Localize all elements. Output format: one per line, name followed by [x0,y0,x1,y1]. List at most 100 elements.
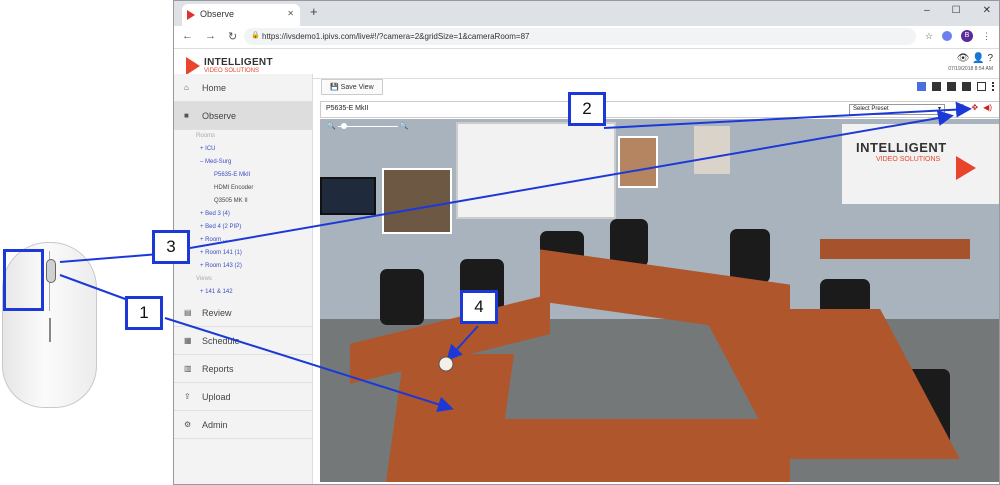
reload-icon[interactable]: ↻ [228,30,237,43]
speaker-icon[interactable]: ◀) [983,103,992,112]
save-view-button[interactable]: 💾 Save View [321,79,383,95]
zoom-handle[interactable] [340,122,347,129]
grid-2-column-icon[interactable] [932,82,941,91]
grid-1x1-icon[interactable] [917,82,926,91]
camera-item-p5635[interactable]: P5635-E MkII [174,169,312,182]
screenshot-root: Observe ✕ + – ☐ ✕ ← → ↻ 🔒 https://ivsdem… [0,0,1000,485]
video-wall-banner: INTELLIGENT VIDEO SOLUTIONS [842,124,999,204]
grid-size-selector [917,82,995,91]
camera-header: P5635-E MkII Select Preset ▾ ♟ ✥ ◀) [320,101,999,118]
room-item-bed-3[interactable]: + Bed 3 (4) [174,208,312,221]
grid-3x3-icon[interactable] [962,82,971,91]
logo-mark-icon [186,57,200,75]
grid-2x2-icon[interactable] [947,82,956,91]
profile-avatar[interactable]: B [961,30,973,42]
sidebar-item-label: Observe [202,111,237,121]
main-content: 💾 Save View P5635-E MkII Select Preset ▾… [314,74,999,484]
view-toolbar: 💾 Save View [314,74,999,100]
window-controls: – ☐ ✕ [924,5,991,16]
minimize-button[interactable]: – [924,5,930,16]
upload-icon: ⇪ [184,392,191,401]
banner-line2: VIDEO SOLUTIONS [876,156,941,163]
sidebar-item-label: Reports [202,364,234,374]
banner-logo-mark [956,156,976,180]
header-tools: 👁 👤 ? 07/19/2018 8:54 AM [948,53,993,72]
video-camera-icon: ■ [184,111,189,120]
header-date: 07/19/2018 8:54 AM [948,66,993,72]
tab-title: Observe [200,9,235,19]
forward-arrow-icon[interactable]: → [205,30,216,43]
extension-icon[interactable] [942,31,952,41]
sidebar-item-reports[interactable]: ▥ Reports [174,355,312,383]
camera-item-q3505[interactable]: Q3505 MK II [174,195,312,208]
room-label: Bed 4 (2 PIP) [205,224,242,230]
callout-box-2: 2 [568,92,606,126]
maximize-button[interactable]: ☐ [952,5,961,16]
view-label: 141 & 142 [205,289,233,295]
room-item-med-surg[interactable]: – Med-Surg [174,156,312,169]
sidebar-item-review[interactable]: ▤ Review [174,299,312,327]
zoom-track[interactable] [337,122,398,129]
fullscreen-icon[interactable] [977,82,986,91]
video-chair [380,269,424,325]
browser-window: Observe ✕ + – ☐ ✕ ← → ↻ 🔒 https://ivsdem… [173,0,1000,485]
user-icon[interactable]: 👤 [972,53,984,64]
camera-item-hdmi-encoder[interactable]: HDMI Encoder [174,182,312,195]
tab-bar: Observe ✕ + – ☐ ✕ [174,1,999,26]
callout-box-1: 1 [125,296,163,330]
room-item-room-141[interactable]: + Room 141 (1) [174,247,312,260]
sidebar-item-upload[interactable]: ⇪ Upload [174,383,312,411]
save-view-label: Save View [340,84,374,91]
video-poster [382,168,452,234]
camera-label: Q3505 MK II [214,198,248,204]
url-bar[interactable]: 🔒 https://ivsdemo1.ipivs.com/live#!/?cam… [244,28,916,45]
sidebar-item-schedule[interactable]: ▦ Schedule [174,327,312,355]
browser-menu-icon[interactable]: ⋮ [982,31,991,42]
chevron-down-icon: ▾ [937,106,941,112]
view-item-141-142[interactable]: + 141 & 142 [174,286,312,299]
save-icon: 💾 [330,84,339,91]
browser-tab[interactable]: Observe ✕ [182,4,300,26]
sidebar: ⌂ Home ■ Observe Rooms + ICU – Med-Surg P5… [174,74,313,484]
callout-box-3: 3 [152,230,190,264]
zoom-in-icon[interactable]: 🔍 [400,122,409,130]
bookmark-star-icon[interactable]: ☆ [925,31,933,42]
video-side-desk [820,239,970,259]
room-item-room[interactable]: + Room ... [174,234,312,247]
rooms-section-label: Rooms [196,133,216,139]
back-arrow-icon[interactable]: ← [182,30,193,43]
logo-line1: INTELLIGENT [204,56,273,68]
app-logo[interactable]: INTELLIGENT VIDEO SOLUTIONS [186,57,273,75]
sidebar-item-label: Home [202,83,227,93]
sidebar-item-home[interactable]: ⌂ Home [174,74,312,102]
ptz-move-icon[interactable]: ✥ [971,103,978,112]
camera-video-feed[interactable]: INTELLIGENT VIDEO SOLUTIONS 🔍 🔍 [320,119,999,482]
video-poster [618,136,658,188]
room-item-bed-4[interactable]: + Bed 4 (2 PIP) [174,221,312,234]
sidebar-item-label: Upload [202,392,231,402]
sidebar-item-observe[interactable]: ■ Observe [174,102,312,130]
bar-chart-icon: ▥ [184,364,192,373]
room-label: Room ... [205,237,228,243]
sidebar-item-label: Schedule [202,336,240,346]
new-tab-button[interactable]: + [310,4,318,19]
room-item-icu[interactable]: + ICU [174,143,312,156]
sidebar-item-label: Admin [202,420,228,430]
zoom-slider[interactable]: 🔍 🔍 [327,122,408,130]
more-options-icon[interactable] [992,82,995,91]
close-window-button[interactable]: ✕ [983,5,991,16]
sidebar-item-admin[interactable]: ⚙ Admin [174,411,312,439]
room-item-room-143[interactable]: + Room 143 (2) [174,260,312,273]
zoom-out-icon[interactable]: 🔍 [327,122,336,130]
person-icon[interactable]: ♟ [959,103,966,112]
address-toolbar: ← → ↻ 🔒 https://ivsdemo1.ipivs.com/live#… [174,26,999,49]
tab-close-icon[interactable]: ✕ [287,9,294,18]
preset-select[interactable]: Select Preset ▾ [849,104,945,115]
video-whiteboard [456,122,616,219]
callout-box-4: 4 [460,290,498,324]
eye-icon[interactable]: 👁 [957,53,970,64]
preset-select-text: Select Preset [853,106,889,112]
video-chair [730,229,770,283]
help-icon[interactable]: ? [987,53,993,64]
camera-label: P5635-E MkII [214,172,251,178]
